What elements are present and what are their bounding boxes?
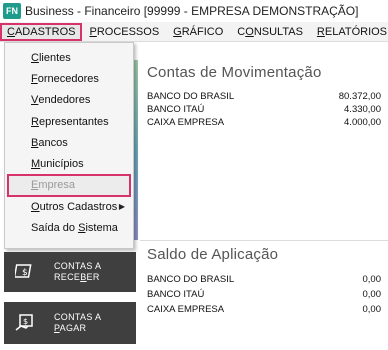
account-value: 0,00 [362,289,382,300]
account-value: 0,00 [362,274,382,285]
dollar-payment-icon: $ [14,314,36,332]
tile-line2-post: ER [86,272,100,282]
dropdown-item-label: utros Cadastros [39,200,118,213]
dropdown-item-label: ancos [38,136,68,149]
dropdown-item-mnemonic: F [31,72,38,85]
menu-processos-mnemonic: P [89,25,97,38]
dropdown-item-mnemonic: S [78,222,86,235]
account-value: 4.000,00 [344,117,381,128]
movimentacao-row: BANCO ITAÚ 4.330,00 [147,104,381,116]
tile-line1: CONTAS A [54,312,102,322]
menu-cadastros-mnemonic: C [7,25,15,38]
movimentacao-row: BANCO DO BRASIL 80.372,00 [147,91,381,103]
dropdown-item-label: unicípios [40,158,84,171]
menu-relatorios-label: ELATÓRIOS [324,25,388,38]
dropdown-item-label: epresentantes [38,115,109,128]
account-name: BANCO ITAÚ [147,104,205,115]
contas-pagar-label: CONTAS A PAGAR [54,312,101,334]
menu-processos[interactable]: P ROCESSOS [82,23,166,41]
dropdown-item-representantes[interactable]: Representantes [5,111,133,132]
account-name: BANCO DO BRASIL [147,274,235,285]
dropdown-item-label: ornecedores [37,72,99,85]
menu-consultas[interactable]: C O NSULTAS [230,23,310,41]
contas-pagar-tile[interactable]: $ CONTAS A PAGAR [4,302,136,344]
contas-receber-label: CONTAS A RECEBER [54,261,101,283]
dropdown-item-label: mpresa [38,179,76,192]
dropdown-item-label: lientes [38,51,71,64]
menu-consultas-mnemonic: O [245,25,254,38]
submenu-arrow-icon: ▶ [118,202,125,212]
dropdown-item-mnemonic: C [31,51,39,64]
dropdown-item-clientes[interactable]: Clientes [5,47,133,68]
dropdown-item-label: istema [85,222,118,235]
tile-line2-pre: RECE [54,272,81,282]
account-name: CAIXA EMPRESA [147,304,225,315]
dropdown-item-fornecedores[interactable]: Fornecedores [5,68,133,89]
menu-bar: C ADASTROS P ROCESSOS G RÁFICO C O NSULTAS RE… [0,22,388,42]
contas-receber-tile[interactable]: $ CONTAS A RECEBER [4,252,136,292]
menu-consultas-prefix: C [237,25,246,38]
dropdown-item-mnemonic: V [31,94,39,107]
tile-line1: CONTAS A [54,261,102,271]
aplicacao-row: BANCO ITAÚ 0,00 [147,289,381,301]
dropdown-item-label-prefix: Saída do [31,222,76,235]
title-bar: FN Business - Financeiro [99999 - EMPRES… [0,0,388,22]
menu-cadastros-label: ADASTROS [14,25,76,38]
section-divider [140,240,388,241]
dropdown-item-outros-cadastros[interactable]: Outros Cadastros ▶ [5,196,133,217]
menu-grafico-label: RÁFICO [181,25,224,38]
account-value: 0,00 [362,304,382,315]
aplicacao-row: CAIXA EMPRESA 0,00 [147,304,381,316]
window-title: Business - Financeiro [99999 - EMPRESA D… [25,4,359,18]
app-window: FN Business - Financeiro [99999 - EMPRES… [0,0,388,350]
account-value: 80.372,00 [338,91,381,102]
dropdown-item-municipios[interactable]: Municípios [5,153,133,174]
svg-text:$: $ [22,268,28,278]
dropdown-item-mnemonic: B [31,136,39,149]
menu-relatorios[interactable]: R ELATÓRIOS [310,23,388,41]
dropdown-item-mnemonic: E [31,179,39,192]
account-value: 4.330,00 [344,104,381,115]
cadastros-dropdown: Clientes Fornecedores Vendedores Represe… [4,42,134,249]
app-logo-icon: FN [3,3,21,19]
dropdown-item-mnemonic: R [31,115,39,128]
account-name: CAIXA EMPRESA [147,117,225,128]
menu-cadastros[interactable]: C ADASTROS [0,22,83,41]
dropdown-item-vendedores[interactable]: Vendedores [5,90,133,111]
dropdown-item-mnemonic: O [31,200,40,213]
menu-processos-label: ROCESSOS [96,25,160,38]
movimentacao-title: Contas de Movimentação [147,64,322,81]
menu-grafico-mnemonic: G [173,25,182,38]
dropdown-item-saida[interactable]: Saída do Sistema [5,217,133,238]
dropdown-item-label: endedores [38,94,91,107]
movimentacao-row: CAIXA EMPRESA 4.000,00 [147,117,381,129]
dropdown-item-mnemonic: M [31,158,41,171]
dropdown-item-bancos[interactable]: Bancos [5,132,133,153]
aplicacao-title: Saldo de Aplicação [147,246,279,263]
aplicacao-row: BANCO DO BRASIL 0,00 [147,274,381,286]
account-name: BANCO DO BRASIL [147,91,235,102]
dollar-receipt-icon: $ [14,263,36,281]
menu-grafico[interactable]: G RÁFICO [166,23,230,41]
menu-relatorios-mnemonic: R [316,25,325,38]
tile-line2-post: AGAR [59,323,87,333]
menu-consultas-label: NSULTAS [253,25,303,38]
svg-text:$: $ [23,317,28,326]
dropdown-item-empresa[interactable]: Empresa [7,173,131,198]
account-name: BANCO ITAÚ [147,289,205,300]
